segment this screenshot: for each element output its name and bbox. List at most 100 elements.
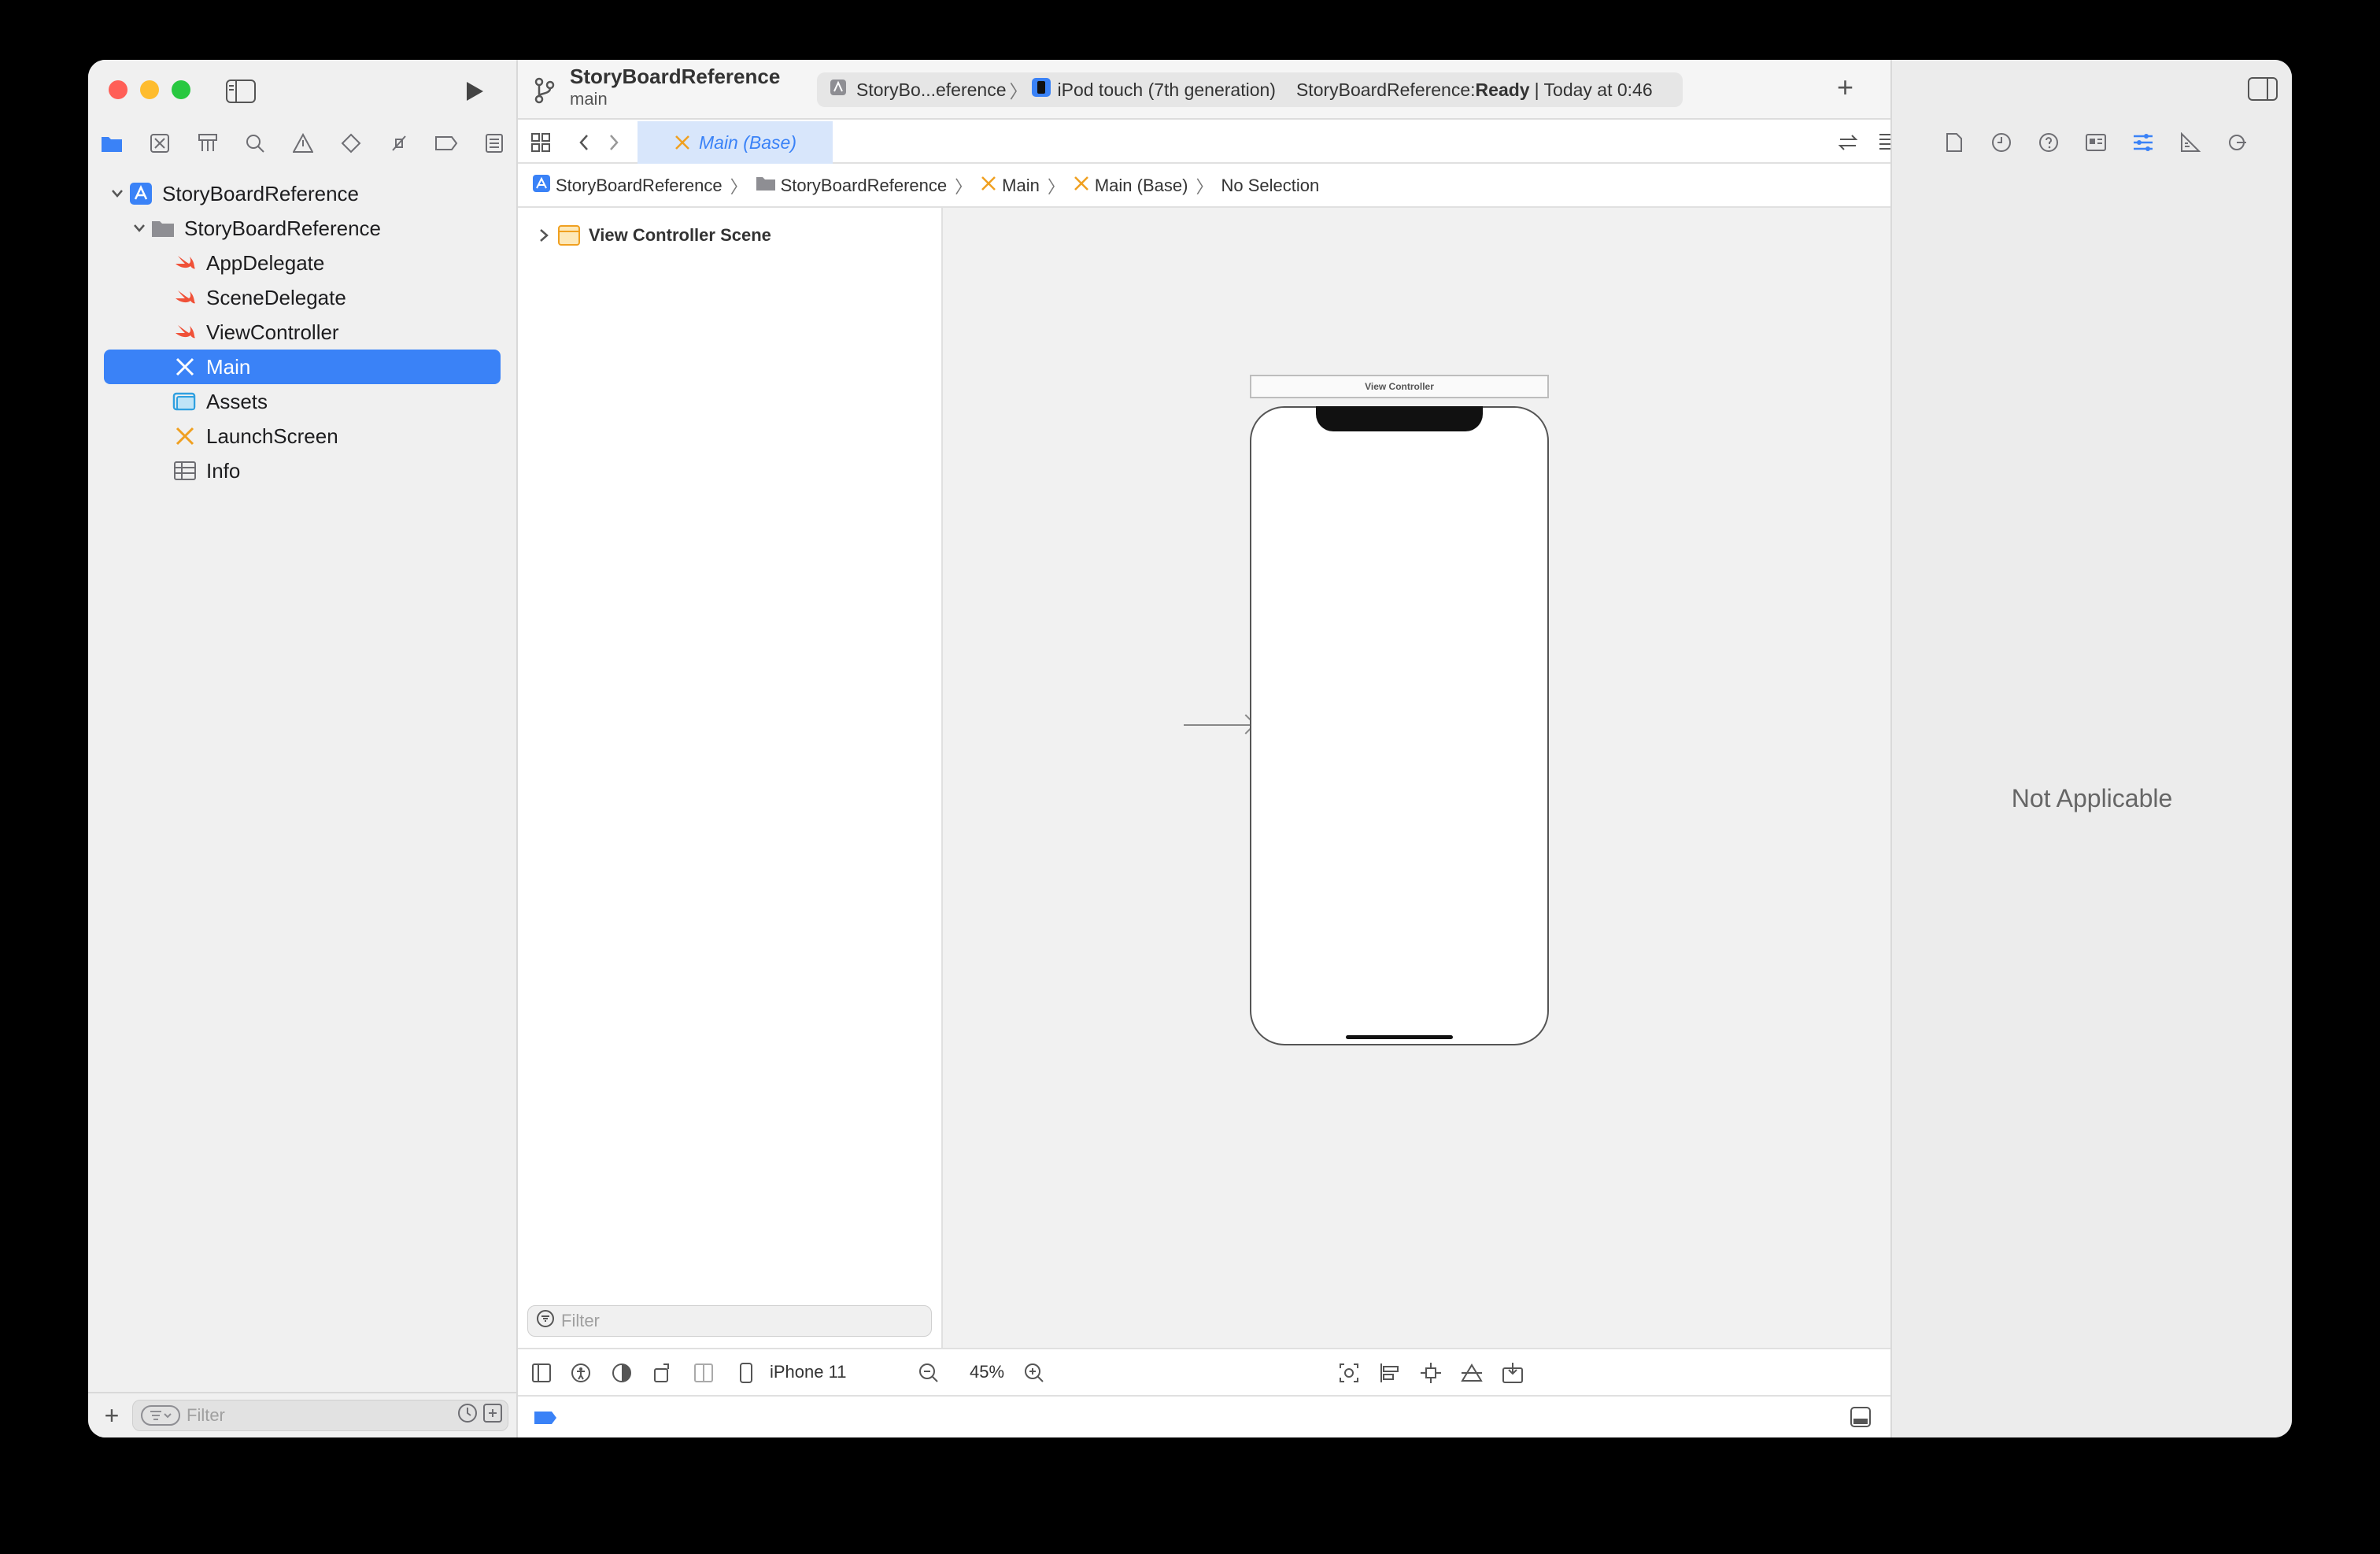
jumpbar-item[interactable]: Main xyxy=(1002,176,1040,196)
appearance-icon[interactable] xyxy=(608,1359,636,1387)
outline-scene-row[interactable]: View Controller Scene xyxy=(538,224,771,247)
jump-bar: StoryBoardReference 〉 StoryBoardReferenc… xyxy=(518,165,1890,208)
device-icon[interactable] xyxy=(732,1359,760,1387)
debug-bar xyxy=(518,1395,1890,1437)
accessibility-icon[interactable] xyxy=(567,1359,595,1387)
embed-in-icon[interactable] xyxy=(1499,1359,1527,1387)
document-outline: View Controller Scene Filter xyxy=(518,208,943,1349)
file-label: SceneDelegate xyxy=(206,285,346,309)
size-inspector-icon[interactable] xyxy=(2175,128,2205,157)
app-target-icon xyxy=(830,79,847,101)
connections-inspector-icon[interactable] xyxy=(2223,128,2252,157)
jumpbar-item[interactable]: Main (Base) xyxy=(1095,176,1188,196)
chevron-down-icon[interactable] xyxy=(129,218,150,239)
warning-icon[interactable] xyxy=(287,128,319,159)
report-icon[interactable] xyxy=(479,128,510,159)
status-prefix: StoryBoardReference: xyxy=(1295,79,1476,100)
device-selector[interactable]: iPod touch (7th generation) xyxy=(1058,80,1276,101)
split-view-icon[interactable] xyxy=(689,1359,718,1387)
home-indicator xyxy=(1346,1035,1453,1039)
source-control-icon[interactable] xyxy=(144,128,176,159)
navigator-filter-field[interactable]: Filter xyxy=(132,1400,508,1431)
storyboard-canvas[interactable]: View Controller xyxy=(943,208,1890,1349)
resolve-issues-icon[interactable] xyxy=(1458,1359,1486,1387)
run-button[interactable] xyxy=(456,76,491,107)
assets-icon xyxy=(172,388,198,415)
sidebar-toggle-icon[interactable] xyxy=(224,76,258,107)
file-row[interactable]: Info xyxy=(88,453,516,488)
file-row[interactable]: Assets xyxy=(88,384,516,419)
align-icon[interactable] xyxy=(1376,1359,1404,1387)
debug-area-toggle-icon[interactable] xyxy=(1850,1406,1872,1432)
project-title-text: StoryBoardReference xyxy=(570,65,781,88)
file-row[interactable]: AppDelegate xyxy=(88,246,516,280)
debug-icon[interactable] xyxy=(383,128,415,159)
scheme-selector[interactable]: StoryBo...eference xyxy=(856,80,1007,101)
group-row[interactable]: StoryBoardReference xyxy=(88,211,516,246)
folder-icon xyxy=(150,215,176,242)
symbol-icon[interactable] xyxy=(192,128,224,159)
separator: 〉 xyxy=(1009,81,1028,102)
breakpoint-tag-icon[interactable] xyxy=(534,1411,557,1429)
help-inspector-icon[interactable] xyxy=(2034,128,2064,157)
jumpbar-item[interactable]: StoryBoardReference xyxy=(781,176,948,196)
search-icon[interactable] xyxy=(239,128,271,159)
test-icon[interactable] xyxy=(335,128,367,159)
inspector-toggle-icon[interactable] xyxy=(2248,77,2278,105)
file-row[interactable]: LaunchScreen xyxy=(88,419,516,453)
related-items-icon[interactable] xyxy=(1837,132,1859,157)
breakpoint-icon[interactable] xyxy=(431,128,462,159)
add-icon[interactable]: + xyxy=(99,1401,124,1430)
navigator-tabs xyxy=(96,128,510,159)
jumpbar-item[interactable]: StoryBoardReference xyxy=(556,176,722,196)
zoom-window-button[interactable] xyxy=(172,80,190,99)
library-add-icon[interactable]: + xyxy=(1837,71,1853,104)
forward-icon[interactable] xyxy=(608,134,620,155)
window-controls xyxy=(109,80,190,99)
attributes-inspector-icon[interactable] xyxy=(2128,128,2158,157)
separator: 〉 xyxy=(955,177,973,197)
minimize-window-button[interactable] xyxy=(140,80,159,99)
entry-point-arrow[interactable] xyxy=(1184,724,1251,726)
identity-inspector-icon[interactable] xyxy=(2081,128,2111,157)
device-config-label[interactable]: iPhone 11 xyxy=(770,1362,846,1382)
outline-toggle-icon[interactable] xyxy=(527,1359,556,1387)
jumpbar-item[interactable]: No Selection xyxy=(1221,176,1319,196)
close-window-button[interactable] xyxy=(109,80,128,99)
orientation-icon[interactable] xyxy=(649,1359,677,1387)
status-state: Ready xyxy=(1475,79,1530,100)
navigator-bottom-bar: + Filter xyxy=(88,1392,516,1437)
file-row[interactable]: ViewController xyxy=(88,315,516,350)
zoom-in-icon[interactable] xyxy=(1020,1359,1048,1387)
source-control-filter-icon[interactable] xyxy=(482,1403,503,1428)
scene-title-bar[interactable]: View Controller xyxy=(1250,375,1549,398)
swift-icon xyxy=(172,250,198,276)
filter-options-icon[interactable] xyxy=(141,1405,180,1426)
file-row-selected[interactable]: Main xyxy=(104,350,501,384)
history-inspector-icon[interactable] xyxy=(1986,128,2016,157)
recent-files-icon[interactable] xyxy=(457,1403,478,1428)
update-frames-icon[interactable] xyxy=(1335,1359,1363,1387)
separator: 〉 xyxy=(730,177,748,197)
view-controller-frame[interactable] xyxy=(1250,406,1549,1045)
file-inspector-icon[interactable] xyxy=(1939,128,1969,157)
chevron-down-icon[interactable] xyxy=(107,183,128,204)
branch-name: main xyxy=(570,89,608,109)
chevron-right-icon[interactable] xyxy=(538,228,549,242)
back-icon[interactable] xyxy=(578,134,590,155)
project-title[interactable]: StoryBoardReference main xyxy=(570,65,780,109)
folder-icon[interactable] xyxy=(96,128,128,159)
swift-icon xyxy=(172,284,198,311)
zoom-out-icon[interactable] xyxy=(915,1359,943,1387)
project-row[interactable]: StoryBoardReference xyxy=(88,176,516,211)
grid-icon[interactable] xyxy=(530,132,551,157)
tab-main-base[interactable]: Main (Base) xyxy=(638,121,833,164)
file-label: Main xyxy=(206,354,251,379)
outline-filter-field[interactable]: Filter xyxy=(527,1305,932,1337)
zoom-level: 45% xyxy=(970,1362,1005,1382)
add-constraints-icon[interactable] xyxy=(1417,1359,1445,1387)
scene-label: View Controller Scene xyxy=(589,225,771,245)
file-row[interactable]: SceneDelegate xyxy=(88,280,516,315)
branch-icon[interactable] xyxy=(534,77,556,108)
file-label: AppDelegate xyxy=(206,250,325,275)
